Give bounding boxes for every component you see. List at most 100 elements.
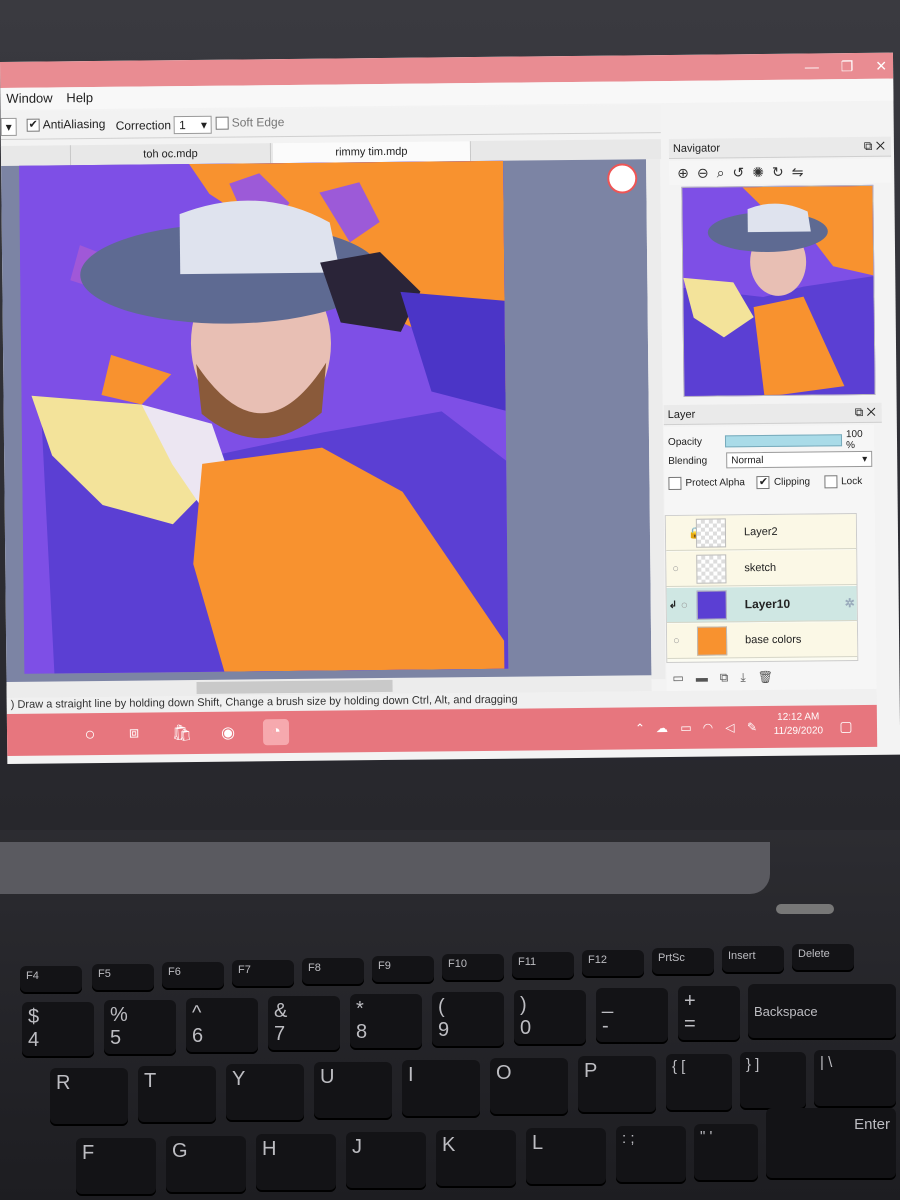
key-8[interactable]: * 8 (350, 994, 422, 1050)
antialiasing-label: AntiAliasing (42, 116, 106, 132)
tab-rimmy-tim[interactable]: rimmy tim.mdp (272, 141, 472, 164)
key-f6[interactable]: F6 (162, 962, 224, 990)
key-o[interactable]: O (490, 1058, 568, 1116)
duplicate-layer-icon[interactable]: ⧉ (720, 670, 729, 685)
key-f11[interactable]: F11 (512, 952, 574, 980)
key-f4[interactable]: F4 (20, 966, 82, 994)
key-f8[interactable]: F8 (302, 958, 364, 986)
key-f7[interactable]: F7 (232, 960, 294, 988)
key-backspace[interactable]: Backspace (748, 984, 896, 1040)
tab-partial[interactable] (0, 145, 72, 166)
opacity-row: Opacity 100 % (668, 429, 874, 453)
soft-edge-label: Soft Edge (231, 115, 285, 130)
key-backslash[interactable]: | \ (814, 1050, 896, 1108)
key-i[interactable]: I (402, 1060, 480, 1118)
key-7[interactable]: & 7 (268, 996, 340, 1052)
close-icon[interactable]: ⧉ ✕ (864, 139, 885, 154)
layer-row-layer2[interactable]: 🔒 Layer2 (665, 514, 859, 552)
key-f12[interactable]: F12 (582, 950, 644, 978)
zoom-out-icon[interactable]: ⊖ (697, 164, 709, 181)
navigator-preview[interactable] (681, 184, 876, 397)
scrollbar-thumb[interactable] (196, 679, 393, 694)
brush-dropdown[interactable]: ▾ (0, 117, 17, 136)
visibility-icon[interactable]: ○ (672, 563, 679, 575)
layer-row-layer10[interactable]: ↲ ○ Layer10 ✲ (666, 586, 859, 624)
artwork-canvas[interactable] (19, 160, 509, 674)
key-f10[interactable]: F10 (442, 954, 504, 982)
antialiasing-checkbox[interactable]: ✔ AntiAliasing (26, 116, 106, 132)
rotate-left-icon[interactable]: ↺ (732, 164, 744, 181)
key-f5[interactable]: F5 (92, 964, 154, 992)
key-bracket-right[interactable]: } ] (740, 1052, 806, 1110)
key-5[interactable]: % 5 (104, 1000, 176, 1056)
tab-toh-oc[interactable]: toh oc.mdp (70, 143, 272, 166)
merge-down-icon[interactable]: ⤓ (740, 670, 745, 685)
zoom-fit-icon[interactable]: ⌕ (717, 164, 725, 181)
protect-alpha-checkbox[interactable] (668, 476, 682, 491)
rotate-reset-icon[interactable]: ✺ (752, 164, 764, 181)
key-9[interactable]: (9 (432, 992, 504, 1048)
key-minus[interactable]: _ - (596, 988, 668, 1044)
opacity-slider[interactable] (725, 434, 843, 448)
layer-row-base-colors[interactable]: ○ base colors (666, 622, 859, 660)
store-icon[interactable]: 🛍 (169, 720, 195, 746)
key-r[interactable]: R (50, 1068, 128, 1126)
key-l[interactable]: L (526, 1128, 606, 1186)
key-f[interactable]: F (76, 1138, 156, 1196)
delete-layer-icon[interactable]: 🗑 (758, 670, 773, 684)
new-folder-icon[interactable]: ▬ (696, 671, 708, 685)
key-semicolon[interactable]: : ; (616, 1126, 686, 1184)
key-y[interactable]: Y (226, 1064, 304, 1122)
gear-icon[interactable]: ✲ (845, 596, 855, 610)
menu-help[interactable]: Help (66, 90, 93, 105)
key-6[interactable]: ^ 6 (186, 998, 258, 1054)
key-equals[interactable]: + = (678, 986, 740, 1042)
restore-button[interactable]: ❐ (841, 58, 854, 75)
cloud-icon[interactable]: ☁ (649, 715, 675, 741)
key-p[interactable]: P (578, 1056, 656, 1114)
lock-checkbox[interactable] (823, 475, 838, 489)
close-button[interactable]: ✕ (875, 58, 887, 75)
key-g[interactable]: G (166, 1136, 246, 1194)
key-prtsc[interactable]: PrtSc (652, 948, 714, 976)
key-4[interactable]: $4 (22, 1002, 94, 1058)
key-insert[interactable]: Insert (722, 946, 784, 974)
close-icon[interactable]: ⧉ ✕ (855, 405, 876, 420)
key-j[interactable]: J (346, 1132, 426, 1190)
layer-row-sketch[interactable]: ○ sketch (666, 550, 859, 588)
zoom-in-icon[interactable]: ⊕ (677, 164, 689, 181)
flip-icon[interactable]: ⇋ (792, 163, 804, 180)
key-bracket-left[interactable]: { [ (666, 1054, 732, 1112)
menu-window[interactable]: Window (6, 90, 52, 105)
laptop-screen: — ❐ ✕ Window Help ▾ ✔ AntiAliasing Corre… (0, 52, 900, 764)
rotate-right-icon[interactable]: ↻ (772, 163, 784, 180)
blending-select[interactable]: Normal ▾ (726, 450, 873, 469)
key-k[interactable]: K (436, 1130, 516, 1188)
key-quote[interactable]: " ' (694, 1124, 758, 1182)
correction-select[interactable]: 1 ▾ (173, 115, 213, 135)
key-enter[interactable]: Enter (766, 1108, 896, 1180)
navigator-header: Navigator ⧉ ✕ (668, 136, 892, 159)
pen-icon[interactable]: ✎ (739, 714, 765, 740)
key-0[interactable]: ) 0 (514, 990, 586, 1046)
drawing-canvas-area[interactable] (1, 159, 652, 686)
key-t[interactable]: T (138, 1066, 216, 1124)
cortana-icon[interactable]: ○ (77, 721, 103, 747)
clipping-checkbox[interactable]: ✔ (756, 475, 770, 490)
blending-row: Blending Normal ▾ (668, 450, 873, 469)
soft-edge-checkbox[interactable]: Soft Edge (215, 115, 285, 130)
artwork-illustration (19, 160, 509, 674)
key-u[interactable]: U (314, 1062, 392, 1120)
visibility-icon[interactable]: ○ (681, 598, 688, 612)
notification-icon[interactable]: ▢ (833, 713, 859, 739)
new-layer-icon[interactable]: ▭ (672, 671, 683, 685)
key-h[interactable]: H (256, 1134, 336, 1192)
visibility-icon[interactable]: ○ (673, 635, 680, 647)
chrome-icon[interactable]: ◉ (215, 720, 241, 746)
minimize-button[interactable]: — (805, 58, 819, 75)
key-f9[interactable]: F9 (372, 956, 434, 984)
key-delete[interactable]: Delete (792, 944, 854, 972)
taskbar-clock[interactable]: 12:12 AM 11/29/2020 (774, 710, 824, 739)
medibang-icon[interactable]: ◔ (262, 719, 290, 746)
task-view-icon[interactable]: ⧈ (121, 720, 147, 746)
